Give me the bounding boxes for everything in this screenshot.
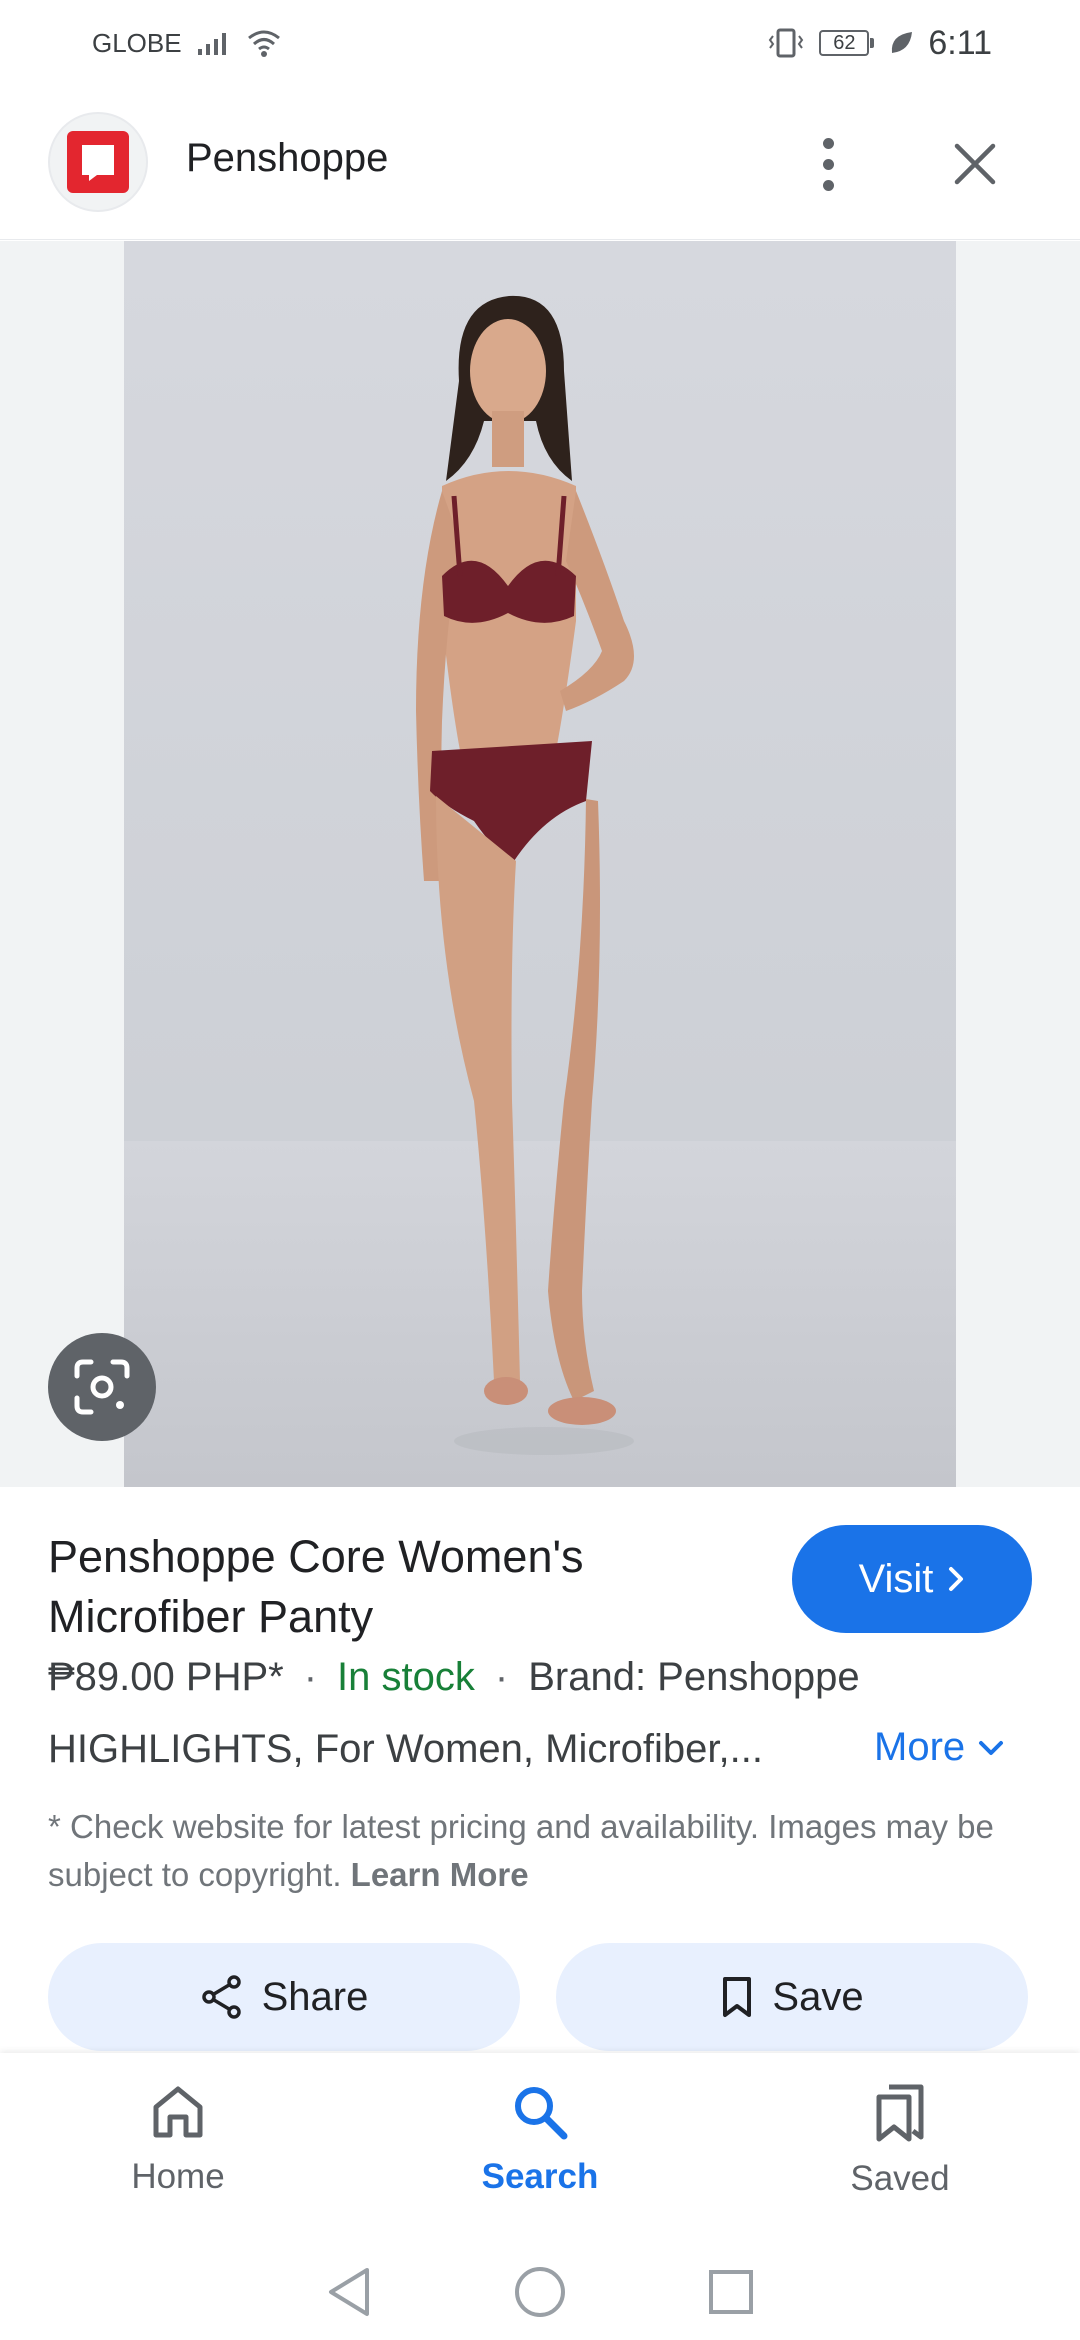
back-icon[interactable] <box>325 2266 373 2318</box>
penshoppe-logo-icon <box>67 131 129 193</box>
status-left: GLOBE <box>92 28 282 59</box>
bottom-navigation: Home Search Saved <box>0 2053 1080 2243</box>
save-button[interactable]: Save <box>556 1943 1028 2051</box>
carrier-name: GLOBE <box>92 27 182 58</box>
home-icon <box>153 2086 203 2138</box>
nav-saved[interactable]: Saved <box>800 2083 1000 2199</box>
learn-more-link[interactable]: Learn More <box>351 1856 529 1893</box>
vibrate-icon <box>769 28 804 58</box>
dot-icon <box>822 158 834 170</box>
stock-status: In stock <box>337 1655 475 1699</box>
lens-icon <box>74 1359 130 1415</box>
close-button[interactable] <box>940 126 1010 202</box>
signal-icon <box>197 33 226 55</box>
google-lens-button[interactable] <box>48 1333 156 1441</box>
more-options-button[interactable] <box>800 126 856 202</box>
disclaimer-text: * Check website for latest pricing and a… <box>48 1803 1008 1899</box>
battery-level: 62 <box>819 30 870 56</box>
recents-icon[interactable] <box>707 2268 755 2316</box>
close-icon <box>954 143 996 185</box>
more-label: More <box>874 1725 966 1769</box>
header-bar: Penshoppe <box>0 86 1080 240</box>
separator-dot: · <box>303 1655 318 1699</box>
nav-home[interactable]: Home <box>78 2083 278 2197</box>
nav-search-label: Search <box>481 2157 599 2196</box>
dot-icon <box>822 137 834 149</box>
bookmark-icon <box>723 1977 752 2017</box>
status-bar: GLOBE 62 6:11 <box>0 0 1080 86</box>
share-label: Share <box>261 1974 369 2019</box>
share-icon <box>201 1975 241 2019</box>
search-icon <box>515 2087 568 2140</box>
battery-icon: 62 <box>819 30 875 56</box>
price-row: ₱89.00 PHP* · In stock · Brand: Penshopp… <box>48 1655 860 1700</box>
site-name[interactable]: Penshoppe <box>186 136 388 181</box>
chevron-right-icon <box>949 1567 964 1591</box>
dot-icon <box>822 179 834 191</box>
product-info-panel: Penshoppe Core Women's Microfiber Panty … <box>0 1487 1080 2053</box>
system-navigation-bar <box>0 2243 1080 2340</box>
home-circle-icon[interactable] <box>513 2265 567 2319</box>
save-label: Save <box>772 1974 864 2019</box>
product-brand: Brand: Penshoppe <box>528 1655 860 1699</box>
product-title: Penshoppe Core Women's Microfiber Panty <box>48 1531 584 1642</box>
more-button[interactable]: More <box>874 1725 1005 1770</box>
image-viewer <box>0 241 1080 1487</box>
nav-search[interactable]: Search <box>440 2083 640 2197</box>
model-photo-illustration <box>124 295 956 1487</box>
visit-label: Visit <box>858 1556 934 1601</box>
nav-saved-label: Saved <box>850 2159 950 2198</box>
share-button[interactable]: Share <box>48 1943 520 2051</box>
separator-dot: · <box>494 1655 509 1699</box>
clock-time: 6:11 <box>928 23 992 62</box>
status-right: 62 6:11 <box>767 24 992 63</box>
product-highlights: HIGHLIGHTS, For Women, Microfiber,... <box>48 1727 763 1771</box>
chevron-down-icon <box>979 1740 1004 1755</box>
product-image[interactable] <box>124 241 956 1487</box>
product-price: ₱89.00 PHP* <box>48 1655 284 1699</box>
leaf-icon <box>892 32 913 53</box>
site-logo[interactable] <box>48 112 148 212</box>
wifi-icon <box>247 30 280 57</box>
saved-icon <box>876 2084 924 2142</box>
visit-button[interactable]: Visit <box>792 1525 1032 1633</box>
nav-home-label: Home <box>131 2157 225 2196</box>
